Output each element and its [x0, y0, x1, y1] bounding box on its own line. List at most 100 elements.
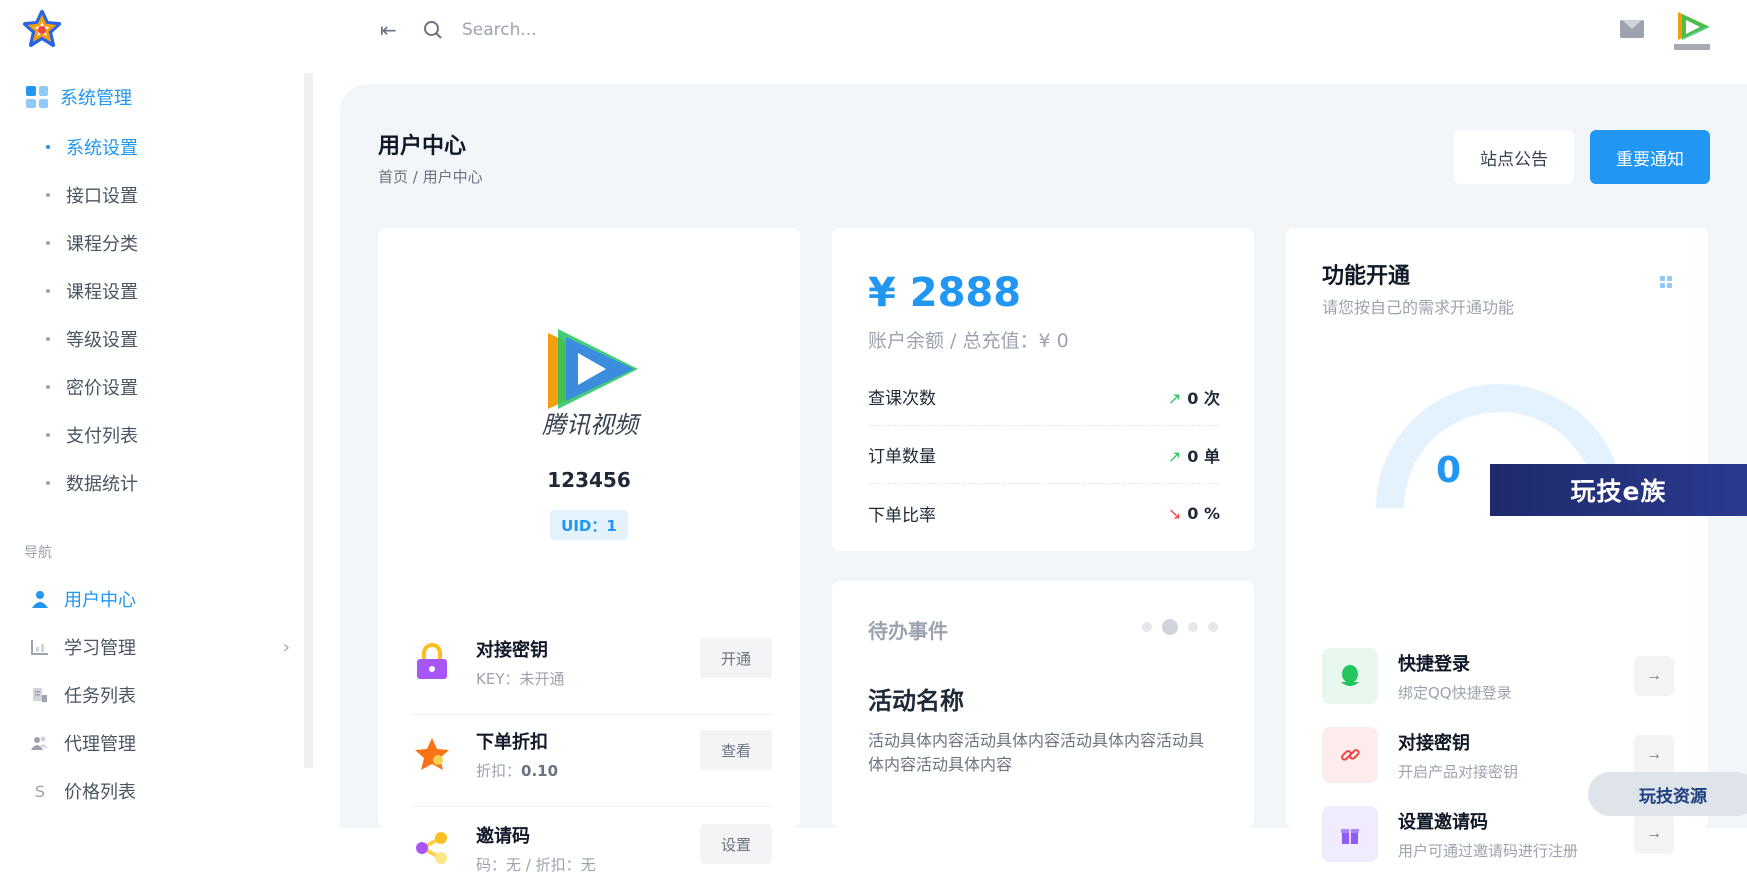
row-subtitle: 折扣：0.10	[476, 761, 559, 780]
link-icon	[1322, 727, 1378, 783]
user-avatar[interactable]	[1672, 8, 1712, 52]
gift-icon	[1322, 806, 1378, 862]
stat-value: ↘ 0 %	[1167, 503, 1220, 523]
nav-item-learning[interactable]: 学习管理 ›	[30, 634, 290, 660]
sidebar-item-label: 密价设置	[66, 378, 138, 399]
stat-label: 订单数量	[868, 447, 936, 467]
sidebar-scrollbar[interactable]	[304, 73, 313, 768]
mail-icon[interactable]	[1620, 20, 1644, 38]
stat-label: 下单比率	[868, 505, 936, 526]
nav-item-label: 学习管理	[64, 638, 136, 659]
breadcrumb[interactable]: 首页 / 用户中心	[378, 166, 483, 187]
uid-badge: UID：1	[550, 510, 628, 540]
activity-title: 活动名称	[868, 687, 964, 715]
user-icon	[30, 589, 50, 609]
balance-card: ¥ 2888 账户余额 / 总充值：¥ 0 查课次数 ↗ 0 次 订单数量 ↗ 0 …	[832, 228, 1254, 551]
more-menu-icon[interactable]	[1660, 276, 1672, 288]
username: 123456	[547, 468, 631, 492]
sidebar-item-label: 课程设置	[66, 282, 138, 303]
profile-card: 腾讯视频 123456 UID：1 对接密钥 KEY：未开通 开通 下单折扣 折…	[378, 228, 800, 874]
activity-body: 活动具体内容活动具体内容活动具体内容活动具体内容活动具体内容	[868, 731, 1205, 774]
stat-row-order-count: 订单数量 ↗ 0 单	[868, 426, 1220, 484]
row-title: 下单折扣	[476, 731, 548, 753]
sidebar-item-statistics[interactable]: 数据统计	[46, 470, 138, 496]
trend-down-icon: ↘	[1167, 503, 1182, 523]
feature-quick-login[interactable]: 快捷登录 绑定QQ快捷登录 →	[1322, 646, 1674, 706]
set-invite-code-button[interactable]: 设置	[700, 824, 772, 864]
sidebar-item-api-settings[interactable]: 接口设置	[46, 182, 138, 208]
collapse-sidebar-icon[interactable]: ⇤	[380, 18, 397, 42]
sidebar-item-course-category[interactable]: 课程分类	[46, 230, 138, 256]
stat-value: ↗ 0 次	[1167, 388, 1220, 408]
feature-subtitle: 绑定QQ快捷登录	[1398, 683, 1512, 702]
profile-avatar: 腾讯视频	[542, 329, 642, 439]
carousel-dot[interactable]	[1142, 622, 1152, 632]
dashboard-icon	[26, 86, 48, 108]
enable-key-button[interactable]: 开通	[700, 638, 772, 678]
todo-title: 待办事件	[868, 619, 948, 643]
arrow-right-icon[interactable]: →	[1634, 814, 1674, 854]
site-notice-button[interactable]: 站点公告	[1454, 130, 1574, 184]
bullet-icon	[46, 193, 50, 197]
search-icon[interactable]	[423, 20, 443, 40]
feature-title: 设置邀请码	[1398, 811, 1488, 833]
agent-icon	[30, 733, 50, 753]
star-icon	[412, 734, 452, 774]
chart-icon	[30, 637, 50, 657]
sidebar-item-level-settings[interactable]: 等级设置	[46, 326, 138, 352]
carousel-dot[interactable]	[1208, 622, 1218, 632]
nav-item-label: 任务列表	[64, 686, 136, 707]
balance-subtitle: 账户余额 / 总充值：¥ 0	[868, 330, 1069, 352]
share-icon	[412, 828, 452, 868]
arrow-right-icon[interactable]: →	[1634, 656, 1674, 696]
sidebar-item-label: 课程分类	[66, 234, 138, 255]
discount-row: 下单折扣 折扣：0.10 查看	[412, 714, 772, 794]
watermark-pill: 玩技资源	[1588, 772, 1747, 816]
features-subtitle: 请您按自己的需求开通功能	[1322, 298, 1515, 317]
view-discount-button[interactable]: 查看	[700, 730, 772, 770]
nav-item-user-center[interactable]: 用户中心	[30, 586, 290, 612]
features-card: 功能开通 请您按自己的需求开通功能 0 快捷登录 绑定QQ快捷登录 → 对接密钥…	[1286, 228, 1708, 862]
sidebar-item-label: 数据统计	[66, 474, 138, 495]
sidebar-item-label: 等级设置	[66, 330, 138, 351]
chevron-right-icon: ›	[282, 636, 290, 658]
nav-section-label: 导航	[24, 545, 52, 561]
sidebar-item-system-settings[interactable]: 系统设置	[46, 134, 138, 160]
sidebar-item-course-settings[interactable]: 课程设置	[46, 278, 138, 304]
divider	[412, 806, 772, 807]
stat-label: 查课次数	[868, 389, 936, 409]
bullet-icon	[46, 289, 50, 293]
sidebar-item-payment-list[interactable]: 支付列表	[46, 422, 138, 448]
arrow-right-icon[interactable]: →	[1634, 735, 1674, 775]
nav-item-price-list[interactable]: S 价格列表	[30, 778, 290, 804]
feature-subtitle: 开启产品对接密钥	[1398, 762, 1519, 781]
gauge-value: 0	[1436, 450, 1462, 491]
task-icon	[30, 685, 50, 705]
nav-item-label: 代理管理	[64, 734, 136, 755]
feature-title: 对接密钥	[1398, 732, 1470, 754]
bullet-icon	[46, 241, 50, 245]
app-logo[interactable]	[22, 10, 62, 50]
menu-group-system[interactable]: 系统管理	[26, 84, 132, 110]
todo-card: 待办事件 活动名称 活动具体内容活动具体内容活动具体内容活动具体内容活动具体内容	[832, 581, 1254, 828]
bullet-icon	[46, 481, 50, 485]
carousel-dot[interactable]	[1188, 622, 1198, 632]
dollar-icon: S	[34, 781, 46, 801]
watermark-banner: 玩技e族	[1490, 464, 1747, 516]
row-title: 对接密钥	[476, 639, 548, 661]
avatar-caption: 腾讯视频	[542, 411, 642, 439]
sidebar-item-price-settings[interactable]: 密价设置	[46, 374, 138, 400]
sidebar-item-label: 接口设置	[66, 186, 138, 207]
bullet-icon	[46, 433, 50, 437]
sidebar-item-label: 支付列表	[66, 426, 138, 447]
nav-item-task-list[interactable]: 任务列表	[30, 682, 290, 708]
page-title: 用户中心	[378, 134, 467, 159]
nav-item-agent[interactable]: 代理管理	[30, 730, 290, 756]
carousel-dot-active[interactable]	[1162, 619, 1178, 635]
stat-row-order-rate: 下单比率 ↘ 0 %	[868, 484, 1220, 542]
features-title: 功能开通	[1322, 264, 1411, 289]
stat-value: ↗ 0 单	[1167, 446, 1220, 466]
carousel-dots[interactable]	[1142, 619, 1218, 635]
search-input[interactable]	[462, 14, 762, 46]
important-notice-button[interactable]: 重要通知	[1590, 130, 1710, 184]
